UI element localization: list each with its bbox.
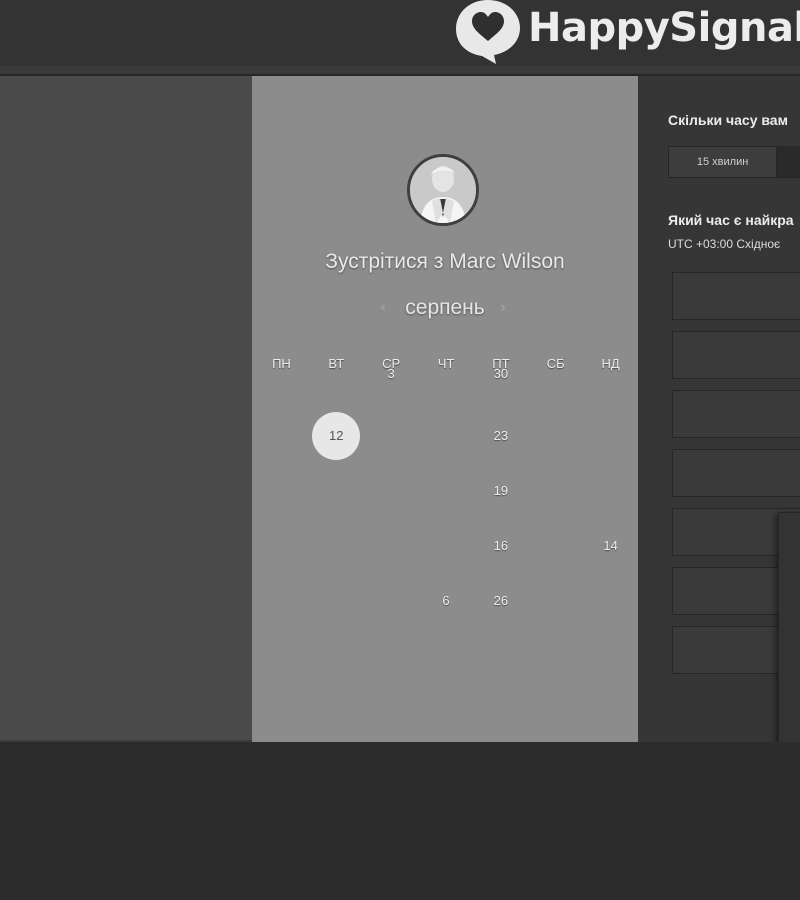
duration-option-15[interactable]: 15 хвилин [668, 146, 778, 178]
calendar-day[interactable]: 26 [473, 593, 528, 608]
page-footer-area [0, 742, 800, 900]
month-label: серпень [405, 296, 485, 319]
calendar-day[interactable]: 16 [473, 538, 528, 553]
time-slot[interactable] [672, 390, 800, 438]
calendar-week: 3 30 [254, 366, 638, 408]
duration-option-next[interactable] [777, 146, 800, 178]
avatar [407, 154, 479, 226]
logo[interactable]: HappySignal [452, 0, 800, 64]
timezone-label[interactable]: UTC +03:00 Східноє [668, 237, 780, 251]
calendar-day[interactable]: 6 [419, 593, 474, 608]
time-slot[interactable] [672, 331, 800, 379]
brand-name: HappySignal [528, 5, 800, 51]
booking-panel: Скільки часу вам 15 хвилин Який час є на… [638, 76, 800, 742]
calendar-day[interactable]: 19 [473, 483, 528, 498]
calendar-week: 6 26 [254, 573, 638, 628]
calendar-day[interactable]: 23 [473, 428, 528, 443]
top-bar: HappySignal [0, 0, 800, 66]
calendar-day[interactable]: 30 [473, 366, 528, 381]
calendar-day[interactable]: 14 [583, 538, 638, 553]
month-navigation: ‹ серпень › [252, 296, 638, 324]
duration-question: Скільки часу вам [668, 112, 788, 128]
heart-chat-logo-icon [456, 0, 520, 64]
time-slot[interactable] [672, 449, 800, 497]
time-slot[interactable] [672, 272, 800, 320]
duration-selector: 15 хвилин [668, 146, 800, 178]
person-photo-icon [410, 157, 476, 223]
chevron-right-icon[interactable]: › [500, 298, 506, 316]
calendar-week: 19 [254, 463, 638, 518]
meeting-title: Зустрітися з Marc Wilson [325, 250, 565, 273]
time-question: Який час є найкра [668, 212, 794, 228]
calendar-day-selected[interactable]: 12 [309, 411, 364, 460]
calendar-day[interactable]: 3 [364, 366, 419, 381]
calendar-panel: Зустрітися з Marc Wilson ‹ серпень › ПН … [252, 76, 638, 742]
calendar-week: 16 14 [254, 518, 638, 573]
left-panel [0, 76, 252, 744]
calendar-week: 12 23 [254, 408, 638, 463]
calendar-grid: 3 30 12 23 19 16 14 6 26 [254, 366, 638, 628]
header-divider [0, 66, 800, 76]
